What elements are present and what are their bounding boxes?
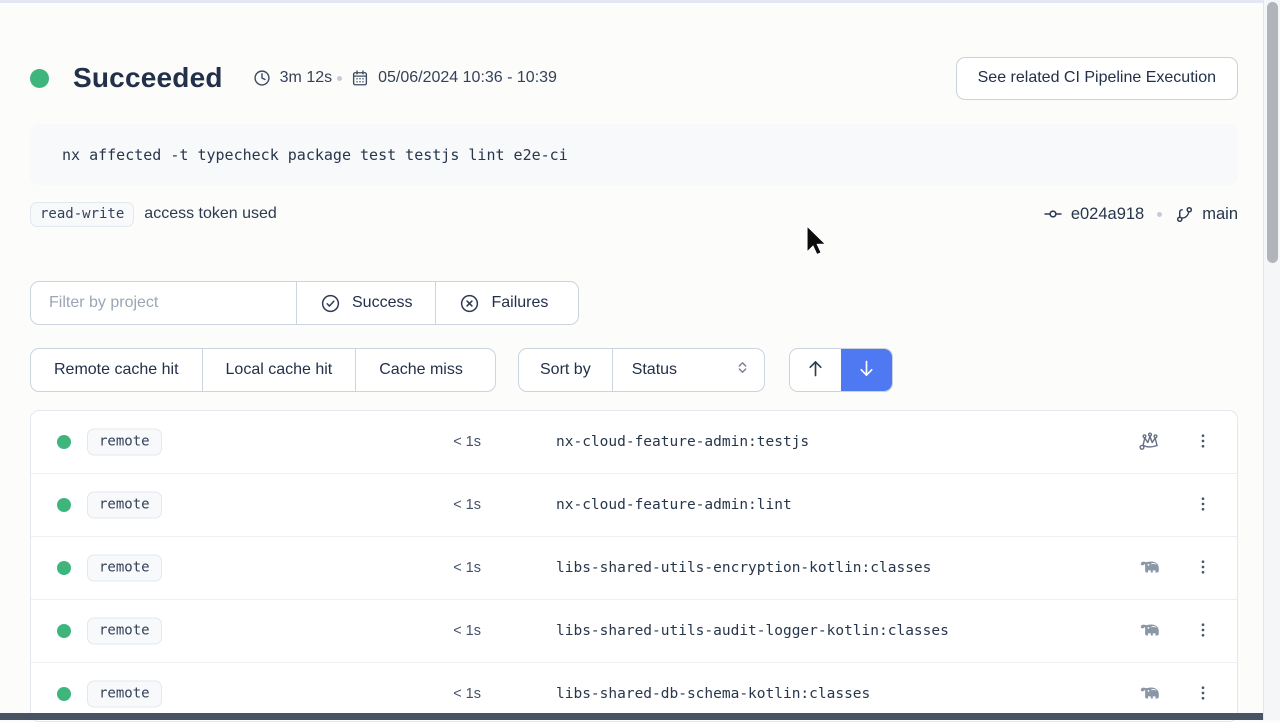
sort-by-label: Sort by [519, 349, 612, 391]
success-dot-icon [57, 561, 71, 575]
row-menu-button[interactable] [1189, 490, 1217, 520]
sort-ascending-button[interactable] [790, 349, 841, 391]
calendar-icon [351, 69, 369, 87]
command-box: nx affected -t typecheck package test te… [30, 124, 1238, 185]
arrow-down-icon [856, 358, 877, 382]
row-menu-button[interactable] [1189, 679, 1217, 709]
task-name[interactable]: libs-shared-utils-audit-logger-kotlin:cl… [556, 623, 949, 639]
task-duration: < 1s [401, 434, 481, 450]
token-row: read-write access token used e024a918 ma… [30, 199, 1238, 229]
branch-icon [1175, 205, 1194, 224]
kebab-icon [1194, 684, 1212, 705]
task-name[interactable]: nx-cloud-feature-admin:testjs [556, 434, 809, 450]
filter-cache-miss-button[interactable]: Cache miss [355, 349, 486, 391]
task-duration: < 1s [401, 560, 481, 576]
clock-icon [253, 69, 271, 87]
task-list: remote < 1s nx-cloud-feature-admin:testj… [30, 410, 1238, 722]
gradle-icon [1137, 619, 1163, 643]
task-name[interactable]: nx-cloud-feature-admin:lint [556, 497, 792, 513]
cache-source-badge: remote [87, 492, 162, 519]
separator-dot [337, 76, 342, 81]
row-menu-button[interactable] [1189, 553, 1217, 583]
top-border [0, 0, 1280, 3]
row-menu-button[interactable] [1189, 427, 1217, 457]
branch-name[interactable]: main [1202, 205, 1238, 224]
status-success-dot-icon [30, 69, 49, 88]
sort-direction-group [789, 348, 893, 392]
commit-icon [1043, 204, 1063, 224]
run-command: nx affected -t typecheck package test te… [62, 146, 568, 164]
check-circle-icon [320, 293, 341, 314]
filter-success-button[interactable]: Success [296, 282, 435, 324]
vcs-info: e024a918 main [1043, 204, 1238, 224]
chevron-updown-icon [735, 360, 750, 380]
gradle-icon [1137, 556, 1163, 580]
kebab-icon [1194, 558, 1212, 579]
run-duration: 3m 12s [253, 69, 332, 87]
cache-source-badge: remote [87, 429, 162, 456]
cache-source-badge: remote [87, 555, 162, 582]
bottom-bar [0, 713, 1263, 720]
task-duration: < 1s [401, 686, 481, 702]
task-duration: < 1s [401, 623, 481, 639]
arrow-up-icon [805, 358, 826, 382]
cache-source-badge: remote [87, 681, 162, 708]
mouse-cursor [806, 226, 830, 265]
success-dot-icon [57, 435, 71, 449]
filter-failures-button[interactable]: Failures [435, 282, 571, 324]
scrollbar [1263, 0, 1280, 720]
task-name[interactable]: libs-shared-utils-encryption-kotlin:clas… [556, 560, 931, 576]
token-label: access token used [144, 205, 277, 223]
filter-local-cache-button[interactable]: Local cache hit [202, 349, 356, 391]
success-dot-icon [57, 624, 71, 638]
table-row[interactable]: remote < 1s libs-shared-utils-audit-logg… [31, 600, 1237, 663]
page-title: Succeeded [73, 62, 223, 94]
cache-filter-group: Remote cache hit Local cache hit Cache m… [30, 348, 496, 392]
table-row[interactable]: remote < 1s nx-cloud-feature-admin:testj… [31, 411, 1237, 474]
table-row[interactable]: remote < 1s nx-cloud-feature-admin:lint [31, 474, 1237, 537]
kebab-icon [1194, 495, 1212, 516]
run-date-range: 05/06/2024 10:36 - 10:39 [351, 69, 557, 87]
scrollbar-thumb[interactable] [1267, 2, 1278, 263]
gradle-icon [1137, 682, 1163, 706]
success-dot-icon [57, 498, 71, 512]
task-duration: < 1s [401, 497, 481, 513]
run-header: Succeeded 3m 12s 05/06/2024 10:36 - 10:3… [30, 55, 1238, 101]
related-pipeline-button[interactable]: See related CI Pipeline Execution [956, 57, 1238, 100]
sort-descending-button[interactable] [841, 349, 892, 391]
project-filter-input[interactable] [31, 282, 296, 324]
token-scope-badge: read-write [30, 202, 134, 227]
task-name[interactable]: libs-shared-db-schema-kotlin:classes [556, 686, 870, 702]
kebab-icon [1194, 621, 1212, 642]
project-filter-group: Success Failures [30, 281, 579, 325]
sort-field-select[interactable]: Status [612, 349, 764, 391]
filter-remote-cache-button[interactable]: Remote cache hit [31, 349, 202, 391]
separator-dot [1157, 212, 1162, 217]
row-menu-button[interactable] [1189, 616, 1217, 646]
x-circle-icon [459, 293, 480, 314]
success-dot-icon [57, 687, 71, 701]
sort-group: Sort by Status [518, 348, 765, 392]
commit-sha[interactable]: e024a918 [1071, 205, 1144, 224]
sort-field-value: Status [632, 361, 677, 379]
cache-source-badge: remote [87, 618, 162, 645]
table-row[interactable]: remote < 1s libs-shared-utils-encryption… [31, 537, 1237, 600]
jest-icon [1137, 430, 1163, 454]
kebab-icon [1194, 432, 1212, 453]
